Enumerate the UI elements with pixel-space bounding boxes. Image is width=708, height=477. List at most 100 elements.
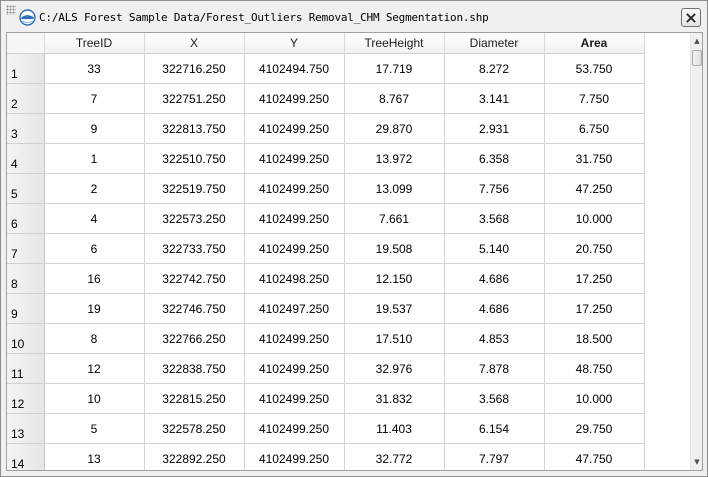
row-header[interactable]: 5 [7,173,45,204]
cell-treeid[interactable]: 19 [44,293,145,324]
scroll-down-arrow-icon[interactable]: ▼ [691,454,702,470]
column-header-diameter[interactable]: Diameter [444,33,545,54]
cell-treeheight[interactable]: 19.508 [344,233,445,264]
cell-area[interactable]: 17.250 [544,263,645,294]
table-row[interactable]: 11 12 322838.750 4102499.250 32.976 7.878 48.7… [7,353,684,384]
cell-treeheight[interactable]: 29.870 [344,113,445,144]
cell-treeheight[interactable]: 13.099 [344,173,445,204]
cell-diameter[interactable]: 3.568 [444,383,545,414]
cell-treeid[interactable]: 2 [44,173,145,204]
cell-treeheight[interactable]: 11.403 [344,413,445,444]
cell-area[interactable]: 18.500 [544,323,645,354]
table-row[interactable]: 5 2 322519.750 4102499.250 13.099 7.756 47.250 [7,173,684,204]
vertical-scrollbar[interactable]: ▲ ▼ [690,33,702,470]
row-header[interactable]: 13 [7,413,45,444]
row-header[interactable]: 8 [7,263,45,294]
cell-treeheight[interactable]: 19.537 [344,293,445,324]
cell-y[interactable]: 4102499.250 [244,83,345,114]
cell-treeid[interactable]: 13 [44,443,145,470]
cell-treeid[interactable]: 4 [44,203,145,234]
table-row[interactable]: 12 10 322815.250 4102499.250 31.832 3.568 10.0… [7,383,684,414]
cell-treeheight[interactable]: 12.150 [344,263,445,294]
cell-y[interactable]: 4102497.250 [244,293,345,324]
cell-area[interactable]: 47.250 [544,173,645,204]
cell-treeheight[interactable]: 17.510 [344,323,445,354]
row-header[interactable]: 10 [7,323,45,354]
cell-y[interactable]: 4102499.250 [244,323,345,354]
cell-y[interactable]: 4102499.250 [244,173,345,204]
cell-area[interactable]: 20.750 [544,233,645,264]
cell-area[interactable]: 29.750 [544,413,645,444]
cell-diameter[interactable]: 6.154 [444,413,545,444]
cell-diameter[interactable]: 4.853 [444,323,545,354]
row-header[interactable]: 7 [7,233,45,264]
cell-x[interactable]: 322751.250 [144,83,245,114]
table-row[interactable]: 1 33 322716.250 4102494.750 17.719 8.272 53.75… [7,53,684,84]
cell-treeheight[interactable]: 13.972 [344,143,445,174]
cell-treeheight[interactable]: 7.661 [344,203,445,234]
cell-y[interactable]: 4102499.250 [244,443,345,470]
column-header-x[interactable]: X [144,33,245,54]
cell-y[interactable]: 4102499.250 [244,143,345,174]
cell-treeheight[interactable]: 31.832 [344,383,445,414]
table-row[interactable]: 3 9 322813.750 4102499.250 29.870 2.931 6.750 [7,113,684,144]
table-row[interactable]: 7 6 322733.750 4102499.250 19.508 5.140 20.750 [7,233,684,264]
cell-treeid[interactable]: 12 [44,353,145,384]
table-row[interactable]: 4 1 322510.750 4102499.250 13.972 6.358 31.750 [7,143,684,174]
corner-header[interactable] [7,33,45,54]
cell-treeheight[interactable]: 32.772 [344,443,445,470]
table-row[interactable]: 10 8 322766.250 4102499.250 17.510 4.853 18.50… [7,323,684,354]
cell-x[interactable]: 322813.750 [144,113,245,144]
cell-diameter[interactable]: 7.756 [444,173,545,204]
cell-x[interactable]: 322510.750 [144,143,245,174]
cell-y[interactable]: 4102499.250 [244,353,345,384]
cell-area[interactable]: 48.750 [544,353,645,384]
cell-diameter[interactable]: 8.272 [444,53,545,84]
cell-treeheight[interactable]: 8.767 [344,83,445,114]
cell-diameter[interactable]: 5.140 [444,233,545,264]
cell-x[interactable]: 322742.750 [144,263,245,294]
cell-area[interactable]: 10.000 [544,383,645,414]
cell-treeid[interactable]: 5 [44,413,145,444]
scroll-up-arrow-icon[interactable]: ▲ [691,33,702,49]
table-row[interactable]: 9 19 322746.750 4102497.250 19.537 4.686 17.25… [7,293,684,324]
cell-x[interactable]: 322578.250 [144,413,245,444]
column-header-y[interactable]: Y [244,33,345,54]
cell-area[interactable]: 47.750 [544,443,645,470]
cell-y[interactable]: 4102499.250 [244,203,345,234]
row-header[interactable]: 1 [7,53,45,84]
row-header[interactable]: 2 [7,83,45,114]
cell-area[interactable]: 6.750 [544,113,645,144]
cell-y[interactable]: 4102499.250 [244,413,345,444]
cell-treeid[interactable]: 9 [44,113,145,144]
cell-treeid[interactable]: 6 [44,233,145,264]
table-row[interactable]: 8 16 322742.750 4102498.250 12.150 4.686 17.25… [7,263,684,294]
cell-x[interactable]: 322573.250 [144,203,245,234]
cell-diameter[interactable]: 2.931 [444,113,545,144]
cell-treeid[interactable]: 8 [44,323,145,354]
table-row[interactable]: 13 5 322578.250 4102499.250 11.403 6.154 29.75… [7,413,684,444]
cell-diameter[interactable]: 4.686 [444,293,545,324]
cell-x[interactable]: 322815.250 [144,383,245,414]
row-header[interactable]: 4 [7,143,45,174]
cell-diameter[interactable]: 6.358 [444,143,545,174]
cell-x[interactable]: 322766.250 [144,323,245,354]
cell-y[interactable]: 4102494.750 [244,53,345,84]
cell-x[interactable]: 322892.250 [144,443,245,470]
drag-grip-icon[interactable] [6,5,16,15]
row-header[interactable]: 3 [7,113,45,144]
cell-y[interactable]: 4102498.250 [244,263,345,294]
cell-diameter[interactable]: 7.878 [444,353,545,384]
cell-x[interactable]: 322716.250 [144,53,245,84]
cell-treeheight[interactable]: 17.719 [344,53,445,84]
cell-x[interactable]: 322733.750 [144,233,245,264]
cell-treeheight[interactable]: 32.976 [344,353,445,384]
close-button[interactable] [681,8,701,27]
cell-area[interactable]: 10.000 [544,203,645,234]
cell-treeid[interactable]: 16 [44,263,145,294]
cell-diameter[interactable]: 7.797 [444,443,545,470]
cell-x[interactable]: 322519.750 [144,173,245,204]
cell-treeid[interactable]: 1 [44,143,145,174]
column-header-treeid[interactable]: TreeID [44,33,145,54]
cell-area[interactable]: 53.750 [544,53,645,84]
